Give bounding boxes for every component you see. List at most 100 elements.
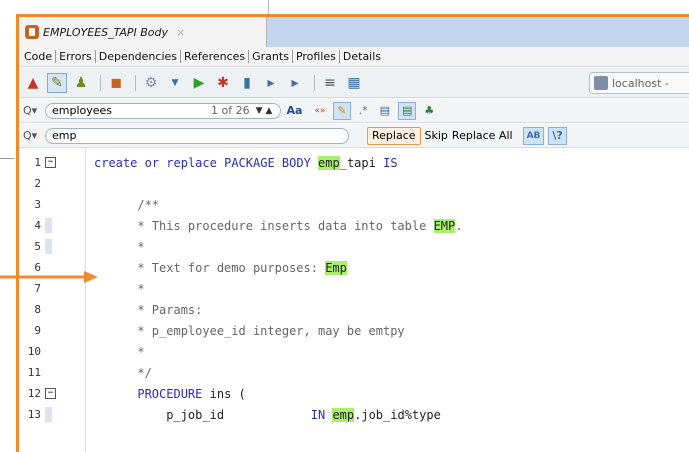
code-text: /** — [94, 197, 160, 212]
code-text: * p_employee_id integer, may be emtpy — [94, 323, 405, 338]
line-number: 1 — [34, 156, 41, 169]
line-number: 11 — [27, 366, 41, 379]
search-match-highlight: emp — [332, 407, 355, 422]
pointer-arrow-icon — [0, 271, 98, 283]
format-icon[interactable]: ≡ — [320, 73, 340, 93]
whole-word-button[interactable]: «» — [310, 102, 329, 120]
document-tab[interactable]: EMPLOYEES_TAPI Body × — [19, 17, 267, 47]
line-number: 8 — [34, 303, 41, 316]
person-icon[interactable]: ♟ — [71, 73, 91, 93]
code-text: PROCEDURE ins ( — [137, 386, 246, 401]
match-count: 1 of 26 — [211, 104, 250, 117]
line-number: 4 — [34, 219, 41, 232]
code-line[interactable]: 6 * Text for demo purposes: Emp — [19, 257, 689, 278]
line-number: 7 — [34, 282, 41, 295]
fold-toggle-icon[interactable]: − — [45, 388, 56, 399]
code-text: * Params: — [94, 302, 203, 317]
debug-icon[interactable]: ✱ — [213, 73, 233, 93]
highlight-all-icon[interactable]: ✎ — [333, 101, 351, 120]
connection-selector[interactable]: localhost - — [589, 72, 689, 94]
search-match-highlight: emp — [318, 155, 340, 170]
line-number: 9 — [34, 324, 41, 337]
document-title: EMPLOYEES_TAPI Body — [43, 25, 169, 39]
pin-icon[interactable]: ▲ — [23, 73, 43, 93]
line-number: 2 — [34, 177, 41, 190]
edit-icon[interactable]: ✎ — [47, 72, 67, 93]
next-match-icon[interactable]: ▼ — [256, 106, 263, 116]
line-number: 5 — [34, 240, 41, 253]
code-line[interactable]: 13 p_job_id IN emp.job_id%type — [19, 404, 689, 425]
toolbar-separator — [135, 74, 136, 91]
code-line[interactable]: 10 * — [19, 341, 689, 362]
code-area[interactable]: 1− create or replace PACKAGE BODY emp_tap… — [19, 149, 689, 452]
wrap-search-icon[interactable]: ▤ — [376, 102, 394, 120]
skip-button[interactable]: Skip — [425, 129, 448, 142]
tab-grants[interactable]: Grants — [249, 50, 293, 63]
background-divider — [0, 158, 14, 159]
toolbar-separator — [314, 74, 315, 91]
code-text: * This procedure inserts data into table… — [94, 218, 463, 233]
run-icon[interactable]: ▶ — [189, 73, 209, 93]
match-case-button[interactable]: Aa — [282, 102, 306, 120]
code-line[interactable]: 8 * Params: — [19, 299, 689, 320]
code-text: * Text for demo purposes: Emp — [94, 260, 347, 275]
tab-code[interactable]: Code — [21, 50, 57, 63]
code-line[interactable]: 9 * p_employee_id integer, may be emtpy — [19, 320, 689, 341]
replace-regex-icon[interactable]: \? — [548, 126, 567, 145]
tab-details[interactable]: Details — [340, 50, 384, 63]
search-match-highlight: Emp — [325, 260, 347, 275]
code-editor-window: EMPLOYEES_TAPI Body × Code Errors Depend… — [16, 14, 689, 452]
selection-only-icon[interactable]: ▤ — [398, 101, 417, 120]
change-marker — [45, 239, 52, 254]
line-number: 13 — [27, 408, 41, 421]
step-icon[interactable]: ▸ — [261, 73, 281, 93]
search-icon[interactable]: Q▾ — [23, 104, 45, 117]
change-marker — [45, 218, 52, 233]
regex-icon[interactable]: .* — [355, 102, 372, 120]
code-text: p_job_id IN emp.job_id%type — [166, 407, 441, 422]
explain-icon[interactable]: ▦ — [344, 73, 364, 93]
database-icon — [594, 76, 608, 90]
connection-label: localhost - — [612, 76, 669, 90]
line-number: 3 — [34, 198, 41, 211]
bookmark-icon[interactable]: ▮ — [237, 73, 257, 93]
line-number: 12 — [27, 387, 41, 400]
code-line[interactable]: 4 * This procedure inserts data into tab… — [19, 215, 689, 236]
preserve-case-icon[interactable]: AB — [522, 126, 545, 145]
code-line[interactable]: 3 /** — [19, 194, 689, 215]
replace-bar: Q▾ emp Replace Skip Replace All AB \? — [19, 124, 689, 148]
line-number: 10 — [27, 345, 41, 358]
code-line[interactable]: 5 * — [19, 236, 689, 257]
search-icon[interactable]: Q▾ — [23, 129, 45, 142]
step-over-icon[interactable]: ▸ — [285, 73, 305, 93]
tab-errors[interactable]: Errors — [56, 50, 96, 63]
tab-dependencies[interactable]: Dependencies — [96, 50, 182, 63]
search-match-highlight: EMP — [433, 218, 456, 233]
toolbar-separator — [100, 74, 101, 91]
editor-toolbar: ▲ ✎ ♟ ◼ ⚙ ▼ ▶ ✱ ▮ ▸ ▸ ≡ ▦ localhost - — [19, 68, 689, 98]
code-text: * — [94, 281, 145, 296]
code-text: create or replace PACKAGE BODY emp_tapi … — [94, 155, 398, 170]
tab-references[interactable]: References — [181, 50, 250, 63]
document-tab-bar: EMPLOYEES_TAPI Body × — [19, 17, 689, 47]
compile-gear-icon[interactable]: ⚙ — [141, 73, 161, 93]
code-text: */ — [94, 365, 152, 380]
replace-input[interactable]: emp — [45, 127, 349, 144]
code-line[interactable]: 11 */ — [19, 362, 689, 383]
close-tab-icon[interactable]: × — [176, 26, 185, 39]
previous-match-icon[interactable]: ▲ — [266, 106, 273, 116]
replace-button[interactable]: Replace — [367, 126, 421, 145]
code-line[interactable]: 2 — [19, 173, 689, 194]
replace-all-button[interactable]: Replace All — [452, 129, 513, 142]
code-line[interactable]: 7 * — [19, 278, 689, 299]
editor-subtabs: Code Errors Dependencies References Gran… — [19, 47, 689, 67]
chevron-down-icon[interactable]: ▼ — [165, 73, 185, 93]
tab-profiles[interactable]: Profiles — [293, 50, 340, 63]
replace-toggle-icon[interactable]: ♣ — [420, 102, 438, 120]
fold-toggle-icon[interactable]: − — [45, 157, 56, 168]
code-text: * — [94, 344, 145, 359]
code-line[interactable]: 12− PROCEDURE ins ( — [19, 383, 689, 404]
code-line[interactable]: 1− create or replace PACKAGE BODY emp_tap… — [19, 152, 689, 173]
package-icon[interactable]: ◼ — [106, 73, 126, 93]
change-marker — [45, 407, 52, 422]
